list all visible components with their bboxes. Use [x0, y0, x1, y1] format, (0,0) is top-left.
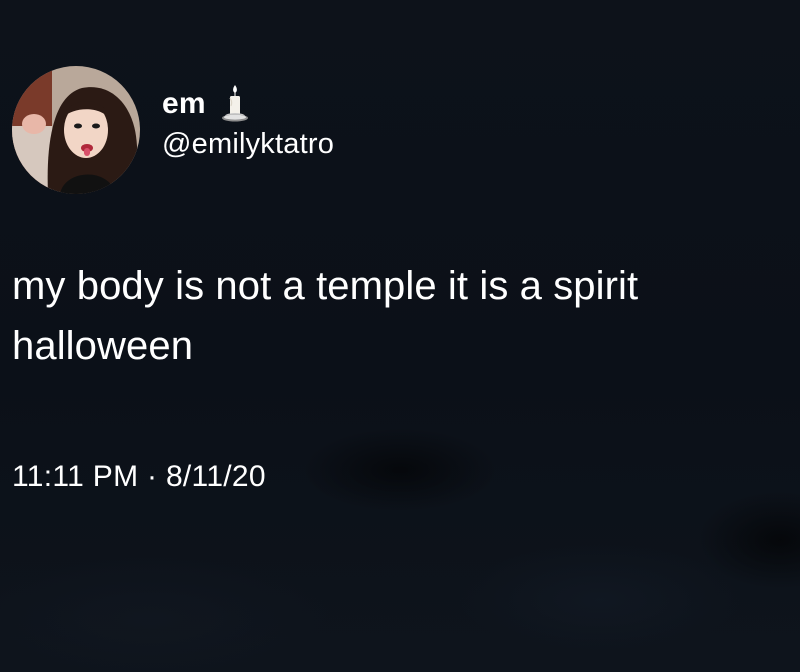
user-handle[interactable]: @emilyktatro	[162, 128, 334, 161]
tweet-time: 11:11 PM	[12, 460, 139, 493]
tweet-date: 8/11/20	[165, 460, 266, 493]
user-names: em @emilyktatro	[162, 84, 334, 161]
display-name-row: em	[162, 84, 334, 124]
candle-icon	[220, 83, 250, 125]
tweet-text: my body is not a temple it is a spirit h…	[12, 256, 792, 376]
tweet-header: em @emilyktatro	[12, 66, 334, 194]
avatar-image	[12, 66, 140, 194]
tweet-text-line: my body is not a temple it is a spirit	[12, 264, 639, 308]
display-name[interactable]: em	[162, 87, 206, 121]
avatar[interactable]	[12, 66, 140, 194]
timestamp-separator: ·	[147, 460, 158, 493]
tweet-screenshot: em @emilyktatro my body is not a temple	[0, 0, 800, 672]
tweet-text-line: halloween	[12, 324, 194, 368]
tweet-timestamp[interactable]: 11:11 PM · 8/11/20	[12, 460, 266, 494]
